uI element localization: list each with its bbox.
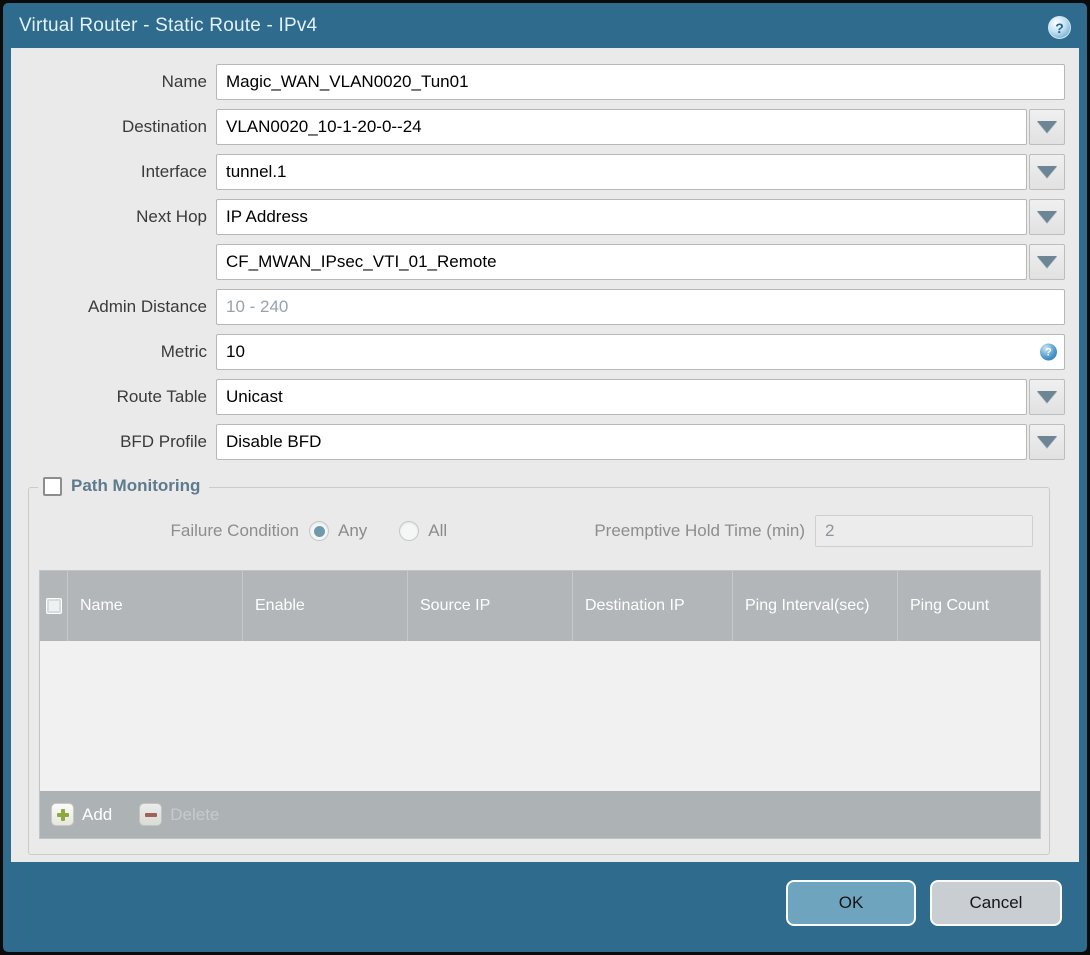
radio-dot xyxy=(404,526,415,537)
admin-distance-row: Admin Distance xyxy=(11,289,1065,325)
next-hop-row: Next Hop xyxy=(11,199,1065,235)
route-table-input[interactable] xyxy=(216,379,1027,415)
route-table-label: Route Table xyxy=(116,387,207,406)
name-input[interactable] xyxy=(216,64,1065,100)
failure-condition-radio-any xyxy=(309,521,329,541)
bfd-profile-input[interactable] xyxy=(216,424,1027,460)
name-row: Name xyxy=(11,64,1065,100)
column-header-ping-count: Ping Count xyxy=(897,571,1040,641)
table-toolbar: Add Delete xyxy=(40,791,1040,838)
chevron-down-icon xyxy=(1037,211,1057,223)
interface-input[interactable] xyxy=(216,154,1027,190)
help-icon[interactable]: ? xyxy=(1048,16,1071,39)
path-monitoring-section: Path Monitoring Failure Condition Any Al… xyxy=(28,476,1050,855)
table-body-empty xyxy=(40,641,1040,791)
column-header-source-ip: Source IP xyxy=(407,571,572,641)
select-all-cell xyxy=(40,571,67,641)
dialog-title: Virtual Router - Static Route - IPv4 xyxy=(19,15,318,36)
route-table-row: Route Table xyxy=(11,379,1065,415)
dialog-footer: OK Cancel xyxy=(3,862,1087,952)
destination-dropdown-button[interactable] xyxy=(1029,109,1065,145)
delete-button-label: Delete xyxy=(170,804,220,824)
select-all-checkbox xyxy=(45,598,62,614)
column-header-ping-interval: Ping Interval(sec) xyxy=(732,571,897,641)
table-header: Name Enable Source IP Destination IP Pin… xyxy=(40,571,1040,641)
next-hop-address-input[interactable] xyxy=(216,244,1027,280)
add-button-label: Add xyxy=(82,804,113,824)
interface-dropdown-button[interactable] xyxy=(1029,154,1065,190)
metric-help-icon[interactable]: ? xyxy=(1040,343,1057,361)
delete-button: Delete xyxy=(139,803,219,826)
bfd-profile-row: BFD Profile xyxy=(11,424,1065,460)
path-monitoring-title: Path Monitoring xyxy=(71,476,201,495)
next-hop-type-input[interactable] xyxy=(216,199,1027,235)
metric-help-glyph: ? xyxy=(1045,346,1052,358)
chevron-down-icon xyxy=(1037,166,1057,178)
failure-condition-label: Failure Condition xyxy=(170,521,299,540)
next-hop-type-dropdown-button[interactable] xyxy=(1029,199,1065,235)
cancel-button[interactable]: Cancel xyxy=(930,880,1062,926)
next-hop-address-dropdown-button[interactable] xyxy=(1029,244,1065,280)
destination-row: Destination xyxy=(11,109,1065,145)
static-route-dialog: Virtual Router - Static Route - IPv4 ? N… xyxy=(3,3,1087,952)
admin-distance-label: Admin Distance xyxy=(87,297,207,316)
next-hop-address-row xyxy=(11,244,1065,280)
path-monitoring-legend: Path Monitoring xyxy=(38,476,210,496)
chevron-down-icon xyxy=(1037,121,1057,133)
column-header-name: Name xyxy=(67,571,242,641)
preemptive-hold-time-label: Preemptive Hold Time (min) xyxy=(594,521,805,540)
dialog-titlebar: Virtual Router - Static Route - IPv4 ? xyxy=(3,3,1087,48)
interface-label: Interface xyxy=(140,162,207,181)
route-table-dropdown-button[interactable] xyxy=(1029,379,1065,415)
failure-condition-all-label: All xyxy=(428,521,448,540)
path-monitoring-table: Name Enable Source IP Destination IP Pin… xyxy=(39,570,1041,839)
add-plus-icon xyxy=(51,803,74,826)
chevron-down-icon xyxy=(1037,256,1057,268)
ok-button[interactable]: OK xyxy=(786,880,916,926)
metric-row: Metric ? xyxy=(11,334,1065,370)
bfd-profile-label: BFD Profile xyxy=(120,432,207,451)
metric-label: Metric xyxy=(160,342,207,361)
add-button[interactable]: Add xyxy=(51,803,112,826)
interface-row: Interface xyxy=(11,154,1065,190)
destination-input[interactable] xyxy=(216,109,1027,145)
admin-distance-input[interactable] xyxy=(216,289,1065,325)
chevron-down-icon xyxy=(1037,436,1057,448)
radio-dot xyxy=(313,525,325,537)
name-label: Name xyxy=(161,72,207,91)
next-hop-label: Next Hop xyxy=(136,207,207,226)
failure-condition-radio-all xyxy=(399,521,420,541)
dialog-content: Name Destination Interface xyxy=(11,48,1079,862)
metric-input[interactable] xyxy=(216,334,1065,370)
column-header-enable: Enable xyxy=(242,571,407,641)
help-icon-glyph: ? xyxy=(1055,19,1064,36)
path-monitoring-checkbox[interactable] xyxy=(43,476,62,496)
preemptive-hold-time-input xyxy=(815,515,1033,547)
bfd-profile-dropdown-button[interactable] xyxy=(1029,424,1065,460)
preemptive-hold-time-group: Preemptive Hold Time (min) xyxy=(594,515,1033,547)
destination-label: Destination xyxy=(121,117,207,136)
failure-condition-row: Failure Condition Any All Preemptive Hol… xyxy=(29,515,1049,547)
column-header-destination-ip: Destination IP xyxy=(572,571,732,641)
chevron-down-icon xyxy=(1037,391,1057,403)
delete-minus-icon xyxy=(139,803,163,826)
failure-condition-any-label: Any xyxy=(338,521,368,540)
